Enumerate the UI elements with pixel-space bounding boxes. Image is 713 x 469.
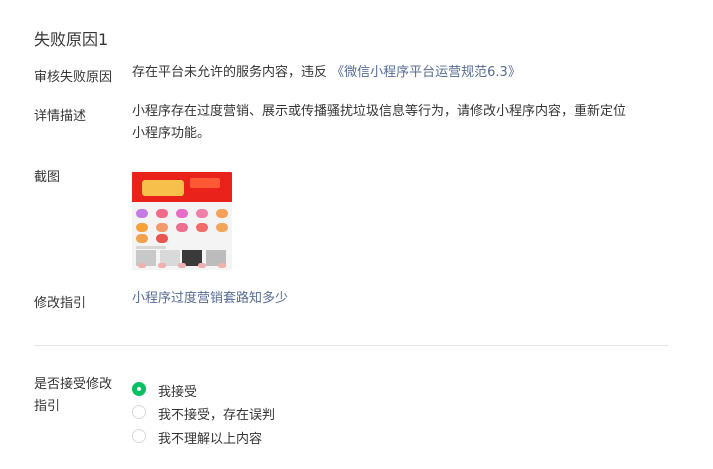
detail-label: 详情描述 <box>34 109 87 124</box>
guide-link[interactable]: 小程序过度营销套路知多少 <box>132 288 288 310</box>
thumbnail-banner <box>132 172 232 202</box>
screenshot-thumbnail[interactable] <box>132 172 232 270</box>
option-label: 我不理解以上内容 <box>158 432 263 447</box>
thumbnail-tab-icon <box>218 263 226 268</box>
thumbnail-tab-icon <box>158 263 166 268</box>
thumbnail-icon <box>156 234 168 243</box>
thumbnail-icon <box>136 223 148 232</box>
thumbnail-icon <box>196 209 208 218</box>
thumbnail-tab-icon <box>198 263 206 268</box>
reason-value: 存在平台未允许的服务内容，违反 《微信小程序平台运营规范6.3》 <box>132 62 521 84</box>
radio-unselected[interactable] <box>132 405 146 419</box>
accept-label: 是否接受修改 指引 <box>34 374 124 418</box>
section-title: 失败原因1 <box>34 30 109 49</box>
thumbnail-icon <box>216 223 228 232</box>
screenshot-label: 截图 <box>34 170 61 185</box>
thumbnail-icon <box>176 209 188 218</box>
detail-line-1: 小程序存在过度营销、展示或传播骚扰垃圾信息等行为，请修改小程序内容，重新定位 <box>132 104 627 119</box>
option-label: 我不接受，存在误判 <box>158 408 276 423</box>
thumbnail-tab-icon <box>178 263 186 268</box>
guide-label: 修改指引 <box>34 296 87 311</box>
thumbnail-banner-graphic <box>142 180 184 196</box>
detail-value: 小程序存在过度营销、展示或传播骚扰垃圾信息等行为，请修改小程序内容，重新定位 小… <box>132 101 672 145</box>
thumbnail-icon <box>136 234 148 243</box>
thumbnail-icon <box>156 223 168 232</box>
thumbnail-tab-icon <box>138 263 146 268</box>
accept-label-line-2: 指引 <box>34 399 61 414</box>
policy-link[interactable]: 《微信小程序平台运营规范6.3》 <box>331 65 521 80</box>
detail-line-2: 小程序功能。 <box>132 126 211 141</box>
thumbnail-icon <box>156 209 168 218</box>
reason-label: 审核失败原因 <box>34 70 113 85</box>
thumbnail-icon <box>136 209 148 218</box>
thumbnail-icon <box>196 223 208 232</box>
accept-label-line-1: 是否接受修改 <box>34 377 113 392</box>
thumbnail-banner-text <box>190 178 220 188</box>
radio-unselected[interactable] <box>132 429 146 443</box>
option-label: 我接受 <box>158 385 198 400</box>
thumbnail-icon <box>216 209 228 218</box>
thumbnail-text-line <box>136 246 166 249</box>
thumbnail-icon <box>176 223 188 232</box>
divider <box>34 345 668 346</box>
radio-selected[interactable] <box>132 382 146 396</box>
reason-text: 存在平台未允许的服务内容，违反 <box>132 65 328 80</box>
